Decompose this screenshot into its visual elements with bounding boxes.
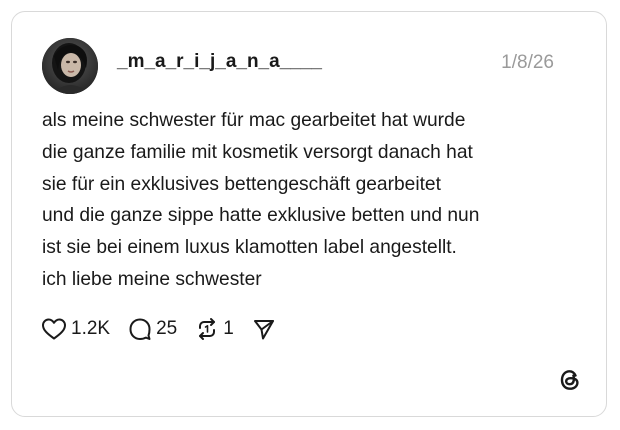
post-text-line: ich liebe meine schwester [42, 268, 262, 290]
post-actions: 1.2K 25 1 [41, 314, 294, 344]
threads-logo-icon [560, 370, 579, 390]
reply-button[interactable]: 25 [128, 317, 177, 341]
speech-bubble-icon [129, 318, 151, 340]
avatar-photo [42, 38, 98, 94]
post-text-line: und die ganze sippe hatte exklusive bett… [42, 205, 480, 227]
post-text-line: sie für ein exklusives bettengeschäft ge… [42, 173, 441, 195]
post-timestamp[interactable]: 1/8/26 [501, 52, 554, 74]
post-card: _m_a_r_i_j_a_n_a____ 1/8/26 als meine sc… [11, 11, 607, 417]
paper-plane-icon [253, 320, 274, 340]
username[interactable]: _m_a_r_i_j_a_n_a____ [117, 51, 322, 73]
post-text-line: als meine schwester für mac gearbeitet h… [42, 110, 466, 131]
share-button[interactable] [252, 317, 276, 341]
repost-arrows-icon [199, 318, 216, 340]
like-count: 1.2K [71, 318, 111, 339]
heart-icon [42, 318, 66, 340]
repost-count: 1 [223, 318, 234, 339]
avatar[interactable] [42, 38, 98, 94]
reply-count: 25 [156, 318, 178, 339]
post-text-line: die ganze familie mit kosmetik versorgt … [42, 141, 473, 163]
repost-button[interactable]: 1 [195, 317, 234, 341]
post-text-line: ist sie bei einem luxus klamotten label … [42, 237, 457, 259]
like-button[interactable]: 1.2K [41, 317, 110, 341]
post-text: als meine schwester für mac gearbeitet h… [42, 105, 582, 296]
